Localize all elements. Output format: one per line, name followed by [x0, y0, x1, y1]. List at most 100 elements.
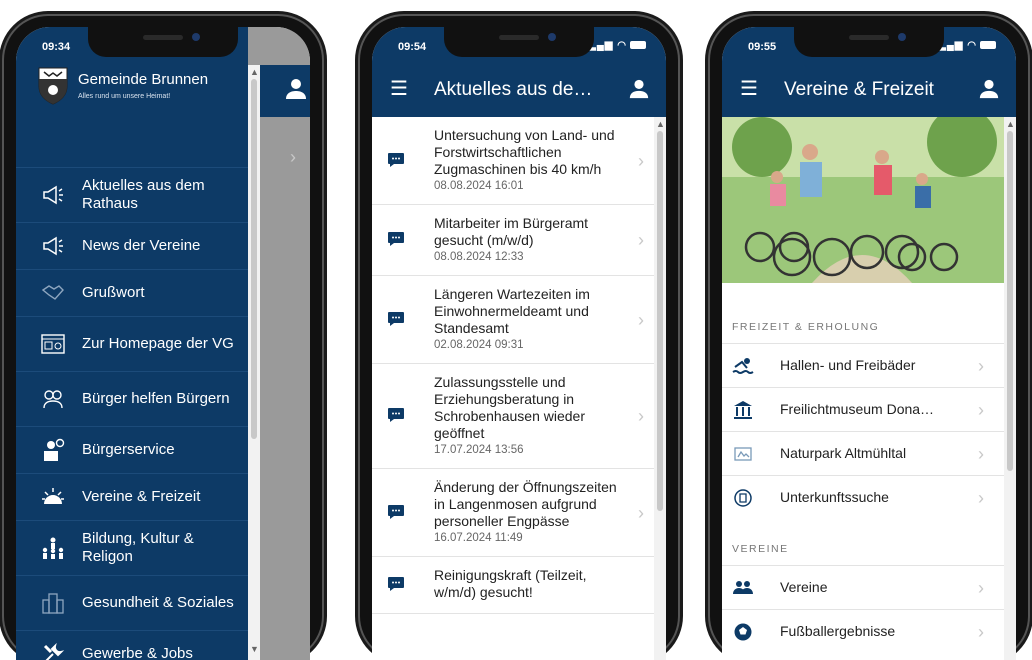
- list-item-label: Fußballergebnisse: [780, 623, 896, 639]
- menu-item-label: Bildung, Kultur & Religon: [82, 530, 194, 565]
- menu-item-homepage-vg[interactable]: Zur Homepage der VG: [16, 316, 248, 371]
- news-scrollbar[interactable]: ▲: [654, 117, 666, 660]
- menu-item-label: News der Vereine: [82, 237, 201, 254]
- list-item-label: Hallen- und Freibäder: [780, 357, 916, 373]
- menu-item-bildung[interactable]: Bildung, Kultur & Religon: [16, 520, 248, 575]
- hamburger-menu-icon[interactable]: ☰: [740, 79, 758, 99]
- scrollbar-thumb[interactable]: [1007, 131, 1013, 471]
- news-date: 08.08.2024 16:01: [434, 180, 524, 192]
- menu-item-label: Aktuelles aus dem Rathaus: [82, 177, 205, 212]
- list-item-label: Naturpark Altmühltal: [780, 445, 907, 461]
- notch: [444, 27, 594, 57]
- camera: [192, 33, 200, 41]
- chevron-right-icon: ›: [978, 488, 984, 508]
- menu-item-buergerservice[interactable]: Bürgerservice: [16, 426, 248, 473]
- news-date: 16.07.2024 11:49: [434, 532, 523, 544]
- hamburger-menu-icon[interactable]: ☰: [390, 79, 408, 99]
- news-item[interactable]: Untersuchung von Land- und Forstwirtscha…: [372, 117, 654, 205]
- menu-item-buerger-helfen[interactable]: Bürger helfen Bürgern: [16, 371, 248, 426]
- helping-hands-icon: [40, 386, 66, 412]
- message-icon: [388, 152, 404, 167]
- list-item-label: Unterkunftssuche: [780, 489, 889, 505]
- screen: 09:55 ▂▄▆ ◠ ☰ Vereine & Freizeit FREIZEI…: [722, 27, 1016, 660]
- group-icon: [733, 581, 753, 594]
- status-time: 09:34: [42, 41, 71, 53]
- chevron-right-icon: ›: [638, 406, 644, 426]
- news-item[interactable]: Mitarbeiter im Bürgeramt gesucht (m/w/d)…: [372, 205, 654, 276]
- scrollbar-thumb[interactable]: [251, 79, 257, 439]
- news-title: Untersuchung von Land- und Forstwirtscha…: [434, 127, 615, 177]
- scrollbar-thumb[interactable]: [657, 131, 663, 511]
- menu-item-grusswort[interactable]: Grußwort: [16, 269, 248, 316]
- news-title: Zulassungsstelle und Erziehungsberatung …: [434, 374, 585, 441]
- menu-item-news-vereine[interactable]: News der Vereine: [16, 222, 248, 269]
- megaphone-icon: [40, 182, 66, 208]
- phone-drawer-menu: › 09:34 Gemeinde Brunnen Alles rund um u…: [4, 16, 322, 660]
- app-bar: ☰ Vereine & Freizeit: [722, 65, 1016, 117]
- user-icon[interactable]: [284, 77, 308, 101]
- people-icon: [40, 535, 66, 561]
- scroll-up-icon[interactable]: ▲: [656, 119, 665, 129]
- tools-icon: [40, 641, 66, 660]
- user-icon[interactable]: [628, 78, 650, 100]
- battery-icon: [630, 41, 646, 50]
- family-cycling-image: [722, 117, 1004, 283]
- scroll-down-icon[interactable]: ▼: [250, 644, 259, 654]
- news-title: Änderung der Öffnungszeiten in Langenmos…: [434, 479, 617, 529]
- chevron-right-icon: ›: [638, 502, 644, 523]
- list-item-baeder[interactable]: Hallen- und Freibäder ›: [722, 343, 1004, 388]
- news-title: Mitarbeiter im Bürgeramt gesucht (m/w/d): [434, 215, 589, 248]
- notch: [88, 27, 238, 57]
- speaker: [143, 35, 183, 40]
- screen: 09:54 ▂▄▆ ◠ ☰ Aktuelles aus de… Untersuc…: [372, 27, 666, 660]
- message-icon: [388, 504, 404, 519]
- chevron-right-icon: ›: [290, 147, 296, 167]
- news-title: Längeren Wartezeiten im Einwohnermeldeam…: [434, 286, 590, 336]
- phone-news-list: 09:54 ▂▄▆ ◠ ☰ Aktuelles aus de… Untersuc…: [360, 16, 678, 660]
- menu-item-aktuelles[interactable]: Aktuelles aus dem Rathaus: [16, 167, 248, 222]
- building-icon: [40, 590, 66, 616]
- news-date: 08.08.2024 12:33: [434, 251, 524, 263]
- message-icon: [388, 311, 404, 326]
- menu-item-label: Vereine & Freizeit: [82, 488, 201, 505]
- news-list: Untersuchung von Land- und Forstwirtscha…: [372, 117, 654, 614]
- page-scrollbar[interactable]: ▲: [1004, 117, 1016, 660]
- list-item-freilichtmuseum[interactable]: Freilichtmuseum Dona… ›: [722, 387, 1004, 432]
- status-icons: ▂▄▆ ◠: [938, 40, 996, 51]
- list-item-unterkunft[interactable]: Unterkunftssuche ›: [722, 475, 1004, 520]
- list-item-label: Freilichtmuseum Dona…: [780, 401, 935, 417]
- menu-item-label: Gewerbe & Jobs: [82, 645, 193, 660]
- news-item[interactable]: Änderung der Öffnungszeiten in Langenmos…: [372, 469, 654, 557]
- service-icon: [40, 437, 66, 463]
- section-header-freizeit: FREIZEIT & ERHOLUNG: [732, 321, 880, 333]
- drawer-scrollbar[interactable]: ▲ ▼: [248, 65, 260, 660]
- app-bar: ☰ Aktuelles aus de…: [372, 65, 666, 117]
- scroll-up-icon[interactable]: ▲: [1006, 119, 1015, 129]
- news-date: 02.08.2024 09:31: [434, 339, 524, 351]
- news-title: Reinigungskraft (Teilzeit, w/m/d) gesuch…: [434, 567, 587, 600]
- list-item-naturpark[interactable]: Naturpark Altmühltal ›: [722, 431, 1004, 476]
- list-item-fussball[interactable]: Fußballergebnisse ›: [722, 609, 1004, 654]
- news-item[interactable]: Zulassungsstelle und Erziehungsberatung …: [372, 364, 654, 469]
- notch: [794, 27, 944, 57]
- user-icon[interactable]: [978, 78, 1000, 100]
- list-item-label: Vereine: [780, 579, 828, 595]
- page-title: Vereine & Freizeit: [784, 79, 934, 100]
- speaker: [499, 35, 539, 40]
- football-icon: [734, 623, 752, 641]
- menu-item-gewerbe[interactable]: Gewerbe & Jobs: [16, 630, 248, 660]
- menu-item-gesundheit[interactable]: Gesundheit & Soziales: [16, 575, 248, 630]
- chevron-right-icon: ›: [638, 230, 644, 250]
- message-icon: [388, 232, 404, 246]
- chevron-right-icon: ›: [978, 400, 984, 420]
- chevron-right-icon: ›: [638, 309, 644, 330]
- chevron-right-icon: ›: [978, 356, 984, 376]
- screen: › 09:34 Gemeinde Brunnen Alles rund um u…: [16, 27, 310, 660]
- list-item-vereine[interactable]: Vereine ›: [722, 565, 1004, 610]
- scroll-up-icon[interactable]: ▲: [250, 67, 259, 77]
- news-item[interactable]: Reinigungskraft (Teilzeit, w/m/d) gesuch…: [372, 557, 654, 614]
- menu-item-vereine-freizeit[interactable]: Vereine & Freizeit: [16, 473, 248, 520]
- status-time: 09:55: [748, 41, 777, 53]
- speaker: [849, 35, 889, 40]
- news-item[interactable]: Längeren Wartezeiten im Einwohnermeldeam…: [372, 276, 654, 364]
